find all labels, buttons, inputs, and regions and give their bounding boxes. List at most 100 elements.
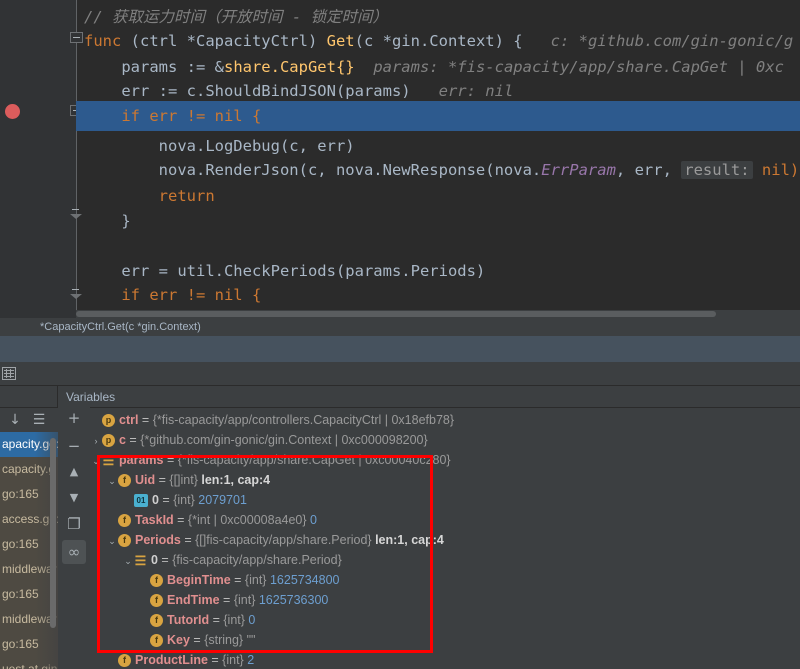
copy-button[interactable]: ❐ bbox=[62, 512, 86, 536]
equals-sign: = bbox=[173, 513, 188, 527]
editor-hscrollbar-thumb[interactable] bbox=[76, 311, 716, 317]
inlay-pill-result: result: bbox=[681, 161, 753, 179]
tree-spacer: · bbox=[122, 491, 134, 511]
editor-hscrollbar[interactable] bbox=[76, 310, 800, 318]
add-watch-button[interactable]: + bbox=[62, 406, 86, 430]
variable-name: ProductLine bbox=[135, 653, 208, 667]
variable-meta: len:1, cap:4 bbox=[197, 473, 271, 487]
breadcrumb[interactable]: *CapacityCtrl.Get(c *gin.Context) bbox=[0, 318, 800, 336]
variable-type: {int} bbox=[244, 573, 267, 587]
renderjson-mid: , err, bbox=[615, 161, 682, 179]
move-down-button[interactable]: ▼ bbox=[62, 486, 86, 510]
variable-row[interactable]: ·pctrl = {*fis-capacity/app/controllers.… bbox=[90, 410, 800, 430]
variables-side-buttons[interactable]: + − ▲ ▼ ❐ ∞ bbox=[58, 404, 90, 669]
variable-type: {int} bbox=[173, 493, 195, 507]
tool-window-strip[interactable] bbox=[0, 362, 800, 386]
variable-name: 0 bbox=[152, 493, 159, 507]
equals-sign: = bbox=[158, 493, 174, 507]
variable-kind-icon: f bbox=[118, 534, 131, 548]
debug-panel[interactable]: Variables ↓ ☰ apacity.go:1 capacity.ggo:… bbox=[0, 386, 800, 669]
variable-row[interactable]: ⌄ ☰ 0 = {fis-capacity/app/share.Period} bbox=[90, 550, 800, 570]
variable-kind-icon: f bbox=[118, 474, 131, 488]
variable-row[interactable]: ·f BeginTime = {int} 1625734800 bbox=[90, 570, 800, 590]
frame-row[interactable]: go:165 bbox=[0, 632, 58, 657]
frames-scrollbar[interactable] bbox=[50, 438, 56, 628]
table-view-icon[interactable] bbox=[2, 367, 16, 380]
func-signature: (c *gin.Context) { bbox=[354, 32, 523, 50]
variables-tree[interactable]: ·pctrl = {*fis-capacity/app/controllers.… bbox=[90, 410, 800, 669]
equals-sign: = bbox=[219, 593, 234, 607]
inlay-hint-c: c: *github.com/gin-gonic/g bbox=[550, 32, 794, 50]
variable-type: {int} bbox=[233, 593, 256, 607]
equals-sign: = bbox=[180, 533, 196, 547]
chevron-down-icon[interactable]: ⌄ bbox=[90, 451, 102, 471]
equals-sign: = bbox=[163, 453, 178, 467]
errparam-const: ErrParam bbox=[541, 161, 616, 179]
tree-spacer: · bbox=[138, 611, 150, 631]
code-line-closebrace[interactable]: } bbox=[0, 206, 800, 236]
variable-row[interactable]: ·f TutorId = {int} 0 bbox=[90, 610, 800, 630]
variable-type: {int} bbox=[223, 613, 245, 627]
params-type: share.CapGet{} bbox=[223, 58, 355, 76]
variable-row[interactable]: ·f EndTime = {int} 1625736300 bbox=[90, 590, 800, 610]
variable-name: Key bbox=[167, 633, 190, 647]
variable-type: {*fis-capacity/app/controllers.CapacityC… bbox=[152, 413, 455, 427]
equals-sign: = bbox=[138, 413, 153, 427]
variable-name: BeginTime bbox=[167, 573, 231, 587]
equals-sign: = bbox=[125, 433, 141, 447]
variable-row[interactable]: ⌄ ☰ params = {*fis-capacity/app/share.CapG… bbox=[90, 450, 800, 470]
variable-name: TutorId bbox=[167, 613, 210, 627]
variable-row[interactable]: ·01 0 = {int} 2079701 bbox=[90, 490, 800, 510]
code-editor[interactable]: // 获取运力时间（开放时间 - 锁定时间） func (ctrl *Capac… bbox=[0, 0, 800, 318]
inlay-hint-params: params: *fis-capacity/app/share.CapGet |… bbox=[373, 58, 784, 76]
variable-kind-icon: ☰ bbox=[102, 453, 115, 469]
variable-type: {[]int} bbox=[169, 473, 198, 487]
func-name: Get bbox=[326, 32, 355, 50]
code-line-if-err[interactable]: if err != nil { bbox=[0, 101, 800, 131]
frames-toolbar[interactable]: ↓ ☰ bbox=[0, 408, 58, 432]
step-down-icon[interactable]: ↓ bbox=[6, 411, 24, 429]
move-up-button[interactable]: ▲ bbox=[62, 460, 86, 484]
variable-row[interactable]: ·f ProductLine = {int} 2 bbox=[90, 650, 800, 669]
variable-type: {[]fis-capacity/app/share.Period} bbox=[195, 533, 372, 547]
variable-name: TaskId bbox=[135, 513, 174, 527]
variable-kind-icon: p bbox=[102, 434, 115, 448]
debug-toolbar[interactable] bbox=[0, 336, 800, 362]
if-err-nil-2: if err != nil { bbox=[121, 286, 262, 304]
frame-label: middlewar bbox=[2, 562, 57, 576]
chevron-right-icon[interactable]: › bbox=[90, 431, 102, 451]
watches-toggle-button[interactable]: ∞ bbox=[62, 540, 86, 564]
chevron-down-icon[interactable]: ⌄ bbox=[106, 531, 118, 551]
variable-row[interactable]: ⌄ f Uid = {[]int} len:1, cap:4 bbox=[90, 470, 800, 490]
code-line-if-err2[interactable]: if err != nil { bbox=[0, 280, 800, 310]
keyword-func: func bbox=[84, 32, 122, 50]
frame-row[interactable]: uest at gin. bbox=[0, 657, 58, 669]
tree-spacer: · bbox=[106, 651, 118, 669]
variable-value: 1625736300 bbox=[255, 593, 329, 607]
frame-label: go:165 bbox=[2, 487, 39, 501]
remove-watch-button[interactable]: − bbox=[62, 434, 86, 458]
variable-kind-icon: 01 bbox=[134, 494, 148, 508]
variable-value: 2 bbox=[243, 653, 255, 667]
variable-meta: len:1, cap:4 bbox=[371, 533, 444, 547]
variable-row[interactable]: ·f TaskId = {*int | 0xc00008a4e0} 0 bbox=[90, 510, 800, 530]
variable-row[interactable]: ·f Key = {string} "" bbox=[90, 630, 800, 650]
variable-type: {fis-capacity/app/share.Period} bbox=[172, 553, 342, 567]
variable-kind-icon: f bbox=[118, 654, 131, 668]
variable-type: {*github.com/gin-gonic/gin.Context | 0xc… bbox=[140, 433, 428, 447]
variable-value: 0 bbox=[244, 613, 256, 627]
equals-sign: = bbox=[155, 473, 170, 487]
equals-sign: = bbox=[207, 653, 223, 667]
variable-row[interactable]: ⌄ f Periods = {[]fis-capacity/app/share.Pe… bbox=[90, 530, 800, 550]
variable-name: Uid bbox=[135, 473, 156, 487]
list-icon[interactable]: ☰ bbox=[30, 411, 48, 429]
variable-row[interactable]: › p c = {*github.com/gin-gonic/gin.Context… bbox=[90, 430, 800, 450]
chevron-down-icon[interactable]: ⌄ bbox=[106, 471, 118, 491]
if-err-nil: if err != nil { bbox=[121, 107, 262, 125]
checkperiods-call: err = util.CheckPeriods(params.Periods) bbox=[121, 262, 486, 280]
chevron-down-icon[interactable]: ⌄ bbox=[122, 551, 134, 571]
tree-spacer: · bbox=[138, 631, 150, 651]
equals-sign: = bbox=[209, 613, 224, 627]
variable-name: 0 bbox=[151, 553, 158, 567]
renderjson-call: nova.RenderJson(c, nova.NewResponse(nova… bbox=[158, 161, 542, 179]
